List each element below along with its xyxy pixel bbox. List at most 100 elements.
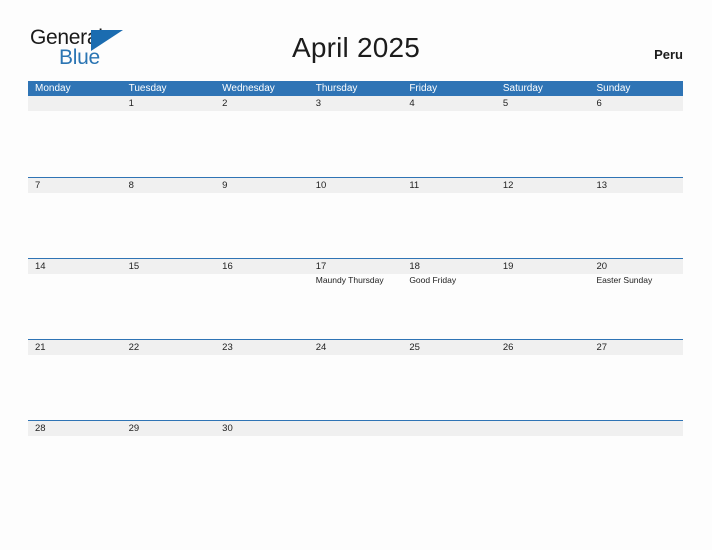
day-number-band: 29 xyxy=(121,421,216,436)
day-number: 16 xyxy=(222,261,233,272)
day-number: 19 xyxy=(502,261,514,272)
calendar-day-cell[interactable]: 13 xyxy=(589,178,684,258)
day-number-band: 16 xyxy=(215,259,309,274)
calendar-day-cell[interactable]: 19 xyxy=(495,259,590,339)
day-number: 14 xyxy=(35,261,46,272)
holiday-event-label: Good Friday xyxy=(409,275,457,285)
day-number-band: 10 xyxy=(308,178,403,193)
page-title: April 2025 xyxy=(291,32,421,63)
day-number: 12 xyxy=(502,180,514,191)
day-number: 4 xyxy=(409,98,415,109)
day-number-band: 4 xyxy=(402,96,496,111)
day-number: 3 xyxy=(315,98,322,109)
day-number-band: 22 xyxy=(121,340,216,355)
day-number-band: 5 xyxy=(495,96,590,111)
weekday-header-row: Monday Tuesday Wednesday Thursday Friday Satu… xyxy=(28,81,683,96)
day-number: 18 xyxy=(409,261,420,272)
calendar-day-cell-empty xyxy=(495,421,590,501)
country-label: Peru xyxy=(654,47,683,62)
day-number: 17 xyxy=(315,261,327,272)
calendar-day-cell[interactable]: 18 Good Friday xyxy=(402,259,496,339)
day-number: 25 xyxy=(409,342,420,353)
day-number-band: 6 xyxy=(589,96,684,111)
calendar-day-cell[interactable]: 30 xyxy=(215,421,309,501)
day-number-band xyxy=(308,421,403,436)
calendar-day-cell-empty xyxy=(308,421,403,501)
page-header: General Blue April 2025 Peru xyxy=(0,0,712,81)
day-events: Good Friday xyxy=(402,274,496,286)
day-number-band: 15 xyxy=(121,259,216,274)
calendar-grid: Monday Tuesday Wednesday Thursday Friday Satu… xyxy=(28,81,684,501)
day-number: 29 xyxy=(128,423,140,434)
day-number-band: 7 xyxy=(28,178,122,193)
day-number-band: 20 xyxy=(589,259,684,274)
day-number: 23 xyxy=(222,342,233,353)
calendar-day-cell[interactable]: 5 xyxy=(495,96,590,177)
weekday-header-monday: Monday xyxy=(35,83,71,94)
day-number-band: 18 xyxy=(402,259,496,274)
calendar-day-cell[interactable]: 3 xyxy=(308,96,403,177)
day-number-band: 9 xyxy=(215,178,309,193)
day-number: 21 xyxy=(35,342,46,353)
weekday-header-thursday: Thursday xyxy=(315,83,358,94)
day-number-band: 12 xyxy=(495,178,590,193)
day-number: 11 xyxy=(409,180,420,191)
calendar-day-cell[interactable]: 23 xyxy=(215,340,309,420)
calendar-day-cell[interactable]: 10 xyxy=(308,178,403,258)
calendar-day-cell[interactable]: 28 xyxy=(28,421,122,501)
calendar-day-cell[interactable]: 12 xyxy=(495,178,590,258)
calendar-day-cell[interactable]: 6 xyxy=(589,96,684,177)
day-number-band: 23 xyxy=(215,340,309,355)
calendar-week-row: 21 22 23 24 25 26 27 xyxy=(28,339,684,420)
day-number-band: 8 xyxy=(121,178,216,193)
day-number: 8 xyxy=(128,180,134,191)
day-number: 5 xyxy=(502,98,509,109)
calendar-day-cell[interactable]: 17 Maundy Thursday xyxy=(308,259,403,339)
calendar-day-cell[interactable]: 2 xyxy=(215,96,309,177)
calendar-day-cell[interactable]: 21 xyxy=(28,340,122,420)
day-events: Maundy Thursday xyxy=(309,274,403,286)
calendar-day-cell[interactable]: 8 xyxy=(121,178,216,258)
calendar-day-cell[interactable]: 4 xyxy=(402,96,496,177)
day-number: 1 xyxy=(128,98,134,109)
calendar-day-cell[interactable]: 7 xyxy=(28,178,122,258)
day-number: 2 xyxy=(222,98,228,109)
calendar-day-cell[interactable]: 15 xyxy=(121,259,216,339)
day-number-band: 17 xyxy=(308,259,403,274)
calendar-week-row: 14 15 16 17 Maundy Thursday 18 Good Friday 19 20… xyxy=(28,258,684,339)
calendar-day-cell[interactable]: 11 xyxy=(402,178,496,258)
day-number: 20 xyxy=(596,261,608,272)
day-events: Easter Sunday xyxy=(589,274,683,286)
calendar-day-cell[interactable]: 14 xyxy=(28,259,122,339)
day-number: 22 xyxy=(128,342,140,353)
holiday-event-label: Maundy Thursday xyxy=(315,275,384,285)
calendar-day-cell[interactable]: 27 xyxy=(589,340,684,420)
day-number-band: 28 xyxy=(28,421,122,436)
calendar-day-cell[interactable]: 24 xyxy=(308,340,403,420)
day-number-band: 21 xyxy=(28,340,122,355)
day-number-band: 25 xyxy=(402,340,496,355)
weekday-header-sunday: Sunday xyxy=(596,83,631,94)
calendar-day-cell[interactable]: 9 xyxy=(215,178,309,258)
day-number: 27 xyxy=(596,342,608,353)
calendar-day-cell[interactable]: 20 Easter Sunday xyxy=(589,259,684,339)
calendar-day-cell-empty xyxy=(28,96,122,177)
calendar-day-cell[interactable]: 22 xyxy=(121,340,216,420)
day-number-band xyxy=(589,421,684,436)
calendar-day-cell[interactable]: 29 xyxy=(121,421,216,501)
calendar-week-row: 7 8 9 10 11 12 13 xyxy=(28,177,684,258)
calendar-day-cell[interactable]: 1 xyxy=(121,96,216,177)
day-number: 7 xyxy=(35,180,41,191)
day-number-band: 24 xyxy=(308,340,403,355)
calendar-day-cell[interactable]: 25 xyxy=(402,340,496,420)
calendar-week-row: 28 29 30 xyxy=(28,420,684,501)
calendar-day-cell[interactable]: 16 xyxy=(215,259,309,339)
calendar-day-cell[interactable]: 26 xyxy=(495,340,590,420)
day-number: 26 xyxy=(502,342,514,353)
day-number-band: 19 xyxy=(495,259,590,274)
day-number: 9 xyxy=(222,180,228,191)
day-number-band xyxy=(28,96,122,111)
day-number-band: 2 xyxy=(215,96,309,111)
weekday-header-wednesday: Wednesday xyxy=(222,83,275,94)
day-number: 28 xyxy=(35,423,46,434)
